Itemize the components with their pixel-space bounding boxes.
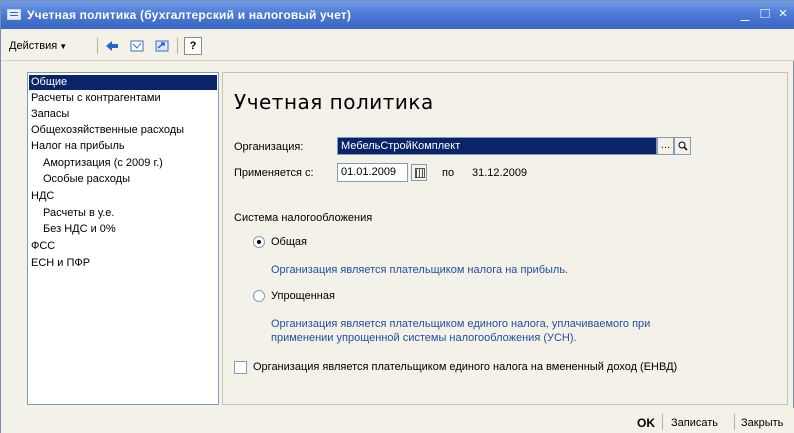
- accounting-policy-window: Учетная политика (бухгалтерский и налого…: [0, 0, 794, 433]
- close-button[interactable]: Закрыть: [741, 417, 783, 429]
- calendar-icon[interactable]: [411, 164, 427, 181]
- toolbar: Действия ▼ ?: [1, 29, 794, 61]
- simplified-option-description-line2: применении упрощенной системы налогообло…: [271, 332, 577, 344]
- applies-date-field[interactable]: 01.01.2009: [337, 163, 408, 182]
- actions-label: Действия: [9, 40, 58, 52]
- nav-item-inventory[interactable]: Запасы: [29, 107, 69, 122]
- nav-item-vat[interactable]: НДС: [29, 189, 54, 204]
- title-bar[interactable]: Учетная политика (бухгалтерский и налого…: [1, 1, 794, 29]
- button-separator: [734, 414, 735, 430]
- toolbar-separator: [177, 38, 178, 54]
- nav-item-general[interactable]: Общие: [29, 75, 217, 90]
- nav-item-depreciation[interactable]: Амортизация (с 2009 г.): [29, 156, 163, 171]
- nav-item-profit-tax[interactable]: Налог на прибыль: [29, 139, 125, 154]
- nav-item-conventional-units[interactable]: Расчеты в у.е.: [29, 206, 114, 221]
- button-separator: [662, 414, 663, 430]
- window-app-icon: [7, 9, 21, 20]
- organization-label: Организация:: [234, 141, 304, 153]
- nav-item-esn-pfr[interactable]: ЕСН и ПФР: [29, 256, 90, 271]
- back-arrow-icon[interactable]: [103, 37, 121, 55]
- nav-item-no-vat[interactable]: Без НДС и 0%: [29, 222, 116, 237]
- simplified-option-label[interactable]: Упрощенная: [271, 290, 335, 302]
- window-title: Учетная политика (бухгалтерский и налого…: [27, 8, 352, 22]
- organization-field[interactable]: МебельСтройКомплект: [337, 137, 657, 155]
- help-button[interactable]: ?: [184, 37, 202, 55]
- general-option-description: Организация является плательщиком налога…: [271, 264, 569, 276]
- go-to-icon[interactable]: [153, 37, 171, 55]
- select-ellipsis-button[interactable]: …: [657, 137, 674, 155]
- simplified-radio[interactable]: [253, 290, 265, 302]
- nav-item-counterparties[interactable]: Расчеты с контрагентами: [29, 91, 161, 106]
- toolbar-separator: [97, 38, 98, 54]
- envd-label[interactable]: Организация является плательщиком единог…: [253, 361, 677, 373]
- to-label: по: [442, 167, 455, 179]
- save-button[interactable]: Записать: [671, 417, 718, 429]
- nav-item-overhead[interactable]: Общехозяйственные расходы: [29, 123, 184, 138]
- general-radio[interactable]: [253, 236, 265, 248]
- nav-item-fss[interactable]: ФСС: [29, 239, 55, 254]
- ok-button[interactable]: OK: [637, 416, 655, 430]
- open-magnifier-icon[interactable]: [674, 137, 691, 155]
- close-window-button[interactable]: ×: [775, 5, 791, 22]
- nav-item-special-expenses[interactable]: Особые расходы: [29, 172, 130, 187]
- end-date: 31.12.2009: [472, 167, 528, 179]
- envd-checkbox[interactable]: [234, 361, 247, 374]
- maximize-button[interactable]: □: [757, 5, 773, 22]
- general-option-label[interactable]: Общая: [271, 236, 307, 248]
- applies-from-label: Применяется с:: [234, 167, 314, 179]
- structure-icon[interactable]: [128, 37, 146, 55]
- section-tree: Общие Расчеты с контрагентами Запасы Общ…: [27, 72, 219, 405]
- tax-system-label: Система налогообложения: [234, 212, 373, 224]
- dropdown-arrow-icon: ▼: [59, 42, 68, 51]
- actions-menu-button[interactable]: Действия ▼: [9, 40, 67, 52]
- minimize-button[interactable]: _: [737, 5, 753, 22]
- page-title: Учетная политика: [234, 90, 434, 114]
- simplified-option-description-line1: Организация является плательщиком единог…: [271, 318, 651, 330]
